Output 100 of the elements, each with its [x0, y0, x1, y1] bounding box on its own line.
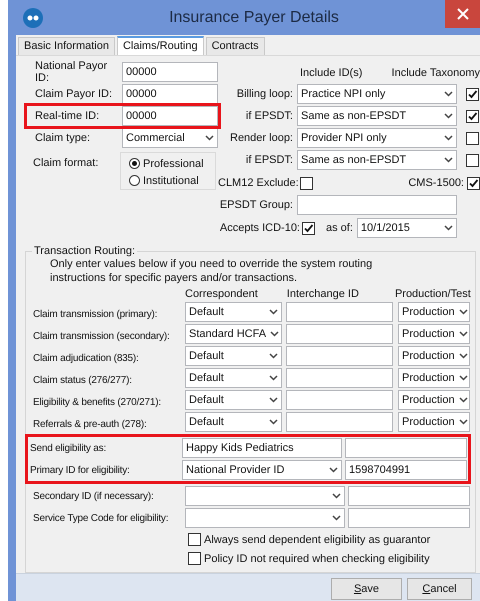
- dropdown[interactable]: Default: [185, 346, 282, 366]
- checkbox[interactable]: [188, 533, 201, 546]
- field-label: Claim Payor ID:: [34, 88, 114, 100]
- caret-icon: [458, 397, 468, 403]
- dropdown[interactable]: [185, 508, 345, 528]
- row-label: Claim transmission (primary):: [33, 308, 158, 320]
- checkbox-label: Always send dependent eligibility as guarantor: [204, 534, 430, 546]
- dropdown[interactable]: Production: [398, 412, 470, 432]
- caret-icon: [458, 375, 468, 381]
- input-field[interactable]: 00000: [122, 106, 218, 126]
- window-title: Insurance Payer Details: [168, 8, 340, 26]
- caret-icon: [458, 419, 468, 425]
- row-label: Claim adjudication (835):: [33, 352, 140, 364]
- checkbox[interactable]: [466, 88, 479, 100]
- field-label: CMS-1500:: [408, 177, 464, 189]
- checkbox[interactable]: [466, 132, 479, 144]
- field-label: if EPSDT:: [244, 110, 294, 122]
- field-label: as of:: [326, 222, 353, 234]
- caret-icon: [458, 331, 468, 337]
- checkbox[interactable]: [467, 176, 480, 190]
- column-header: Include Taxonomy: [392, 67, 480, 79]
- dropdown[interactable]: National Provider ID: [182, 460, 342, 480]
- caret-icon: [332, 493, 341, 499]
- input-field[interactable]: [286, 346, 393, 366]
- row-label: Claim transmission (secondary):: [33, 330, 171, 342]
- radio-button[interactable]: Professional: [129, 155, 215, 172]
- dropdown[interactable]: Default: [185, 412, 282, 432]
- input-field[interactable]: [345, 438, 467, 458]
- checkbox[interactable]: [466, 154, 479, 166]
- caret-icon: [269, 397, 278, 403]
- input-field[interactable]: [348, 508, 470, 528]
- field-label: Render loop:: [229, 132, 294, 144]
- input-field[interactable]: [286, 390, 393, 410]
- checkbox[interactable]: [188, 552, 201, 565]
- field-label: Claim format:: [33, 156, 100, 171]
- field-label: National Payor ID:: [34, 60, 108, 84]
- checkbox[interactable]: [466, 110, 479, 122]
- row-label: Service Type Code for eligibility:: [33, 512, 170, 524]
- group-title: Transaction Routing:: [33, 245, 136, 257]
- dialog-button[interactable]: Cancel: [407, 578, 472, 600]
- input-field[interactable]: 1598704991: [345, 460, 467, 480]
- dropdown[interactable]: Production: [398, 368, 470, 388]
- dropdown[interactable]: Same as non-EPSDT: [297, 150, 457, 170]
- checkbox[interactable]: [302, 222, 315, 234]
- tab[interactable]: Claims/Routing: [116, 36, 204, 55]
- dropdown[interactable]: Standard HCFA: [185, 324, 282, 344]
- row-label: Claim status (276/277):: [33, 374, 133, 386]
- dropdown[interactable]: Production: [398, 390, 470, 410]
- input-field[interactable]: [348, 486, 470, 506]
- row-label: Referrals & pre-auth (278):: [33, 418, 148, 430]
- close-icon: [456, 8, 468, 20]
- row-label: Send eligibility as:: [30, 442, 108, 454]
- column-header: Correspondent: [185, 288, 258, 300]
- caret-icon: [269, 309, 278, 315]
- input-field[interactable]: [286, 324, 393, 344]
- caret-icon: [269, 419, 278, 425]
- input-field[interactable]: [286, 412, 393, 432]
- dropdown[interactable]: Default: [185, 390, 282, 410]
- column-header: Production/Test: [394, 288, 471, 300]
- dropdown[interactable]: Same as non-EPSDT: [297, 106, 457, 126]
- close-button[interactable]: [445, 0, 480, 28]
- input-field[interactable]: 00000: [122, 84, 218, 104]
- row-label: Eligibility & benefits (270/271):: [33, 396, 162, 408]
- column-header: Interchange ID: [286, 288, 359, 300]
- input-field[interactable]: [297, 195, 457, 215]
- row-label: Primary ID for eligibility:: [30, 464, 131, 476]
- caret-icon: [269, 375, 278, 381]
- row-label: Secondary ID (if necessary):: [33, 490, 155, 502]
- input-field[interactable]: [286, 368, 393, 388]
- dropdown[interactable]: Practice NPI only: [297, 84, 457, 104]
- input-field[interactable]: 00000: [122, 62, 218, 82]
- dropdown[interactable]: Default: [185, 368, 282, 388]
- caret-icon: [205, 135, 214, 141]
- radio-button[interactable]: Institutional: [129, 172, 215, 189]
- field-label: Claim type:: [34, 132, 92, 144]
- date-dropdown[interactable]: 10/1/2015: [356, 218, 457, 238]
- dropdown[interactable]: Provider NPI only: [297, 128, 457, 148]
- dropdown[interactable]: [185, 486, 345, 506]
- caret-icon: [444, 135, 453, 141]
- caret-icon: [332, 515, 341, 521]
- dropdown[interactable]: Production: [398, 302, 470, 322]
- caret-icon: [444, 113, 453, 119]
- checkbox[interactable]: [300, 176, 313, 190]
- caret-icon: [444, 91, 453, 97]
- dropdown[interactable]: Production: [398, 346, 470, 366]
- field-label: Real-time ID:: [34, 110, 100, 122]
- dropdown[interactable]: Default: [185, 302, 282, 322]
- caret-icon: [444, 157, 453, 163]
- tab[interactable]: Basic Information: [18, 37, 115, 55]
- dropdown[interactable]: Commercial: [122, 128, 218, 148]
- input-field[interactable]: Happy Kids Pediatrics: [182, 438, 342, 458]
- dialog-button[interactable]: Save: [331, 578, 402, 600]
- caret-icon: [269, 353, 278, 359]
- tab[interactable]: Contracts: [206, 37, 265, 55]
- dropdown[interactable]: Production: [398, 324, 470, 344]
- field-label: CLM12 Exclude:: [218, 177, 300, 189]
- input-field[interactable]: [286, 302, 393, 322]
- field-label: Accepts ICD-10:: [218, 222, 301, 234]
- app-logo-icon: [23, 8, 43, 28]
- column-header: Include ID(s): [300, 67, 362, 79]
